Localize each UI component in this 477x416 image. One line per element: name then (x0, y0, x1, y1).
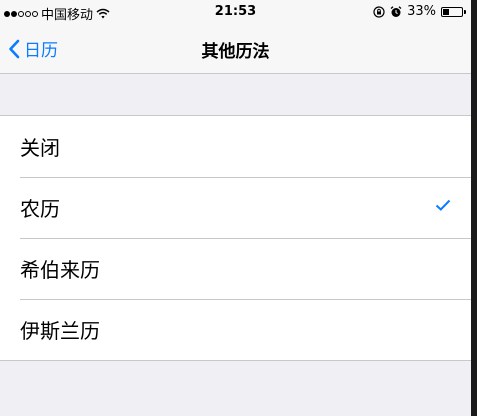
page-title: 其他历法 (201, 42, 270, 62)
alarm-icon (390, 5, 402, 17)
option-row-off[interactable]: 关闭 (0, 116, 471, 177)
option-label: 农历 (20, 197, 60, 221)
status-bar: 中国移动 21:53 33% (0, 0, 471, 24)
option-row-chinese[interactable]: 农历 (0, 177, 471, 238)
battery-icon (441, 6, 466, 17)
screen: 中国移动 21:53 33% 日历 其他历法 关闭 农历 希伯来历 伊斯兰历 (0, 0, 471, 416)
navigation-bar: 日历 其他历法 (0, 24, 471, 74)
orientation-lock-icon (373, 5, 385, 18)
calendar-options-list: 关闭 农历 希伯来历 伊斯兰历 (0, 115, 471, 361)
option-label: 伊斯兰历 (20, 319, 100, 343)
checkmark-icon (435, 199, 451, 211)
option-row-islamic[interactable]: 伊斯兰历 (0, 299, 471, 360)
screen-edge (471, 0, 477, 416)
option-row-hebrew[interactable]: 希伯来历 (0, 238, 471, 299)
status-right: 33% (373, 4, 466, 19)
option-label: 关闭 (20, 136, 60, 160)
battery-percent: 33% (407, 4, 436, 19)
option-label: 希伯来历 (20, 258, 100, 282)
